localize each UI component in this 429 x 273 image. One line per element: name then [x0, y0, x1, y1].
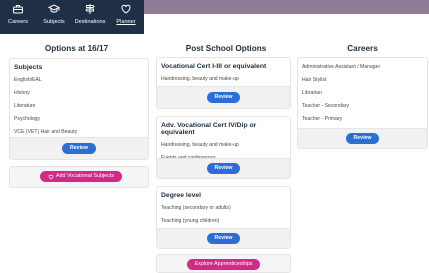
add-vocational-subjects-button[interactable]: Add Vocational Subjects — [40, 171, 122, 182]
nav-label: Careers — [8, 19, 28, 25]
card-footer: Review — [157, 158, 290, 178]
main-nav: Careers Subjects Destinations Planner — [0, 0, 144, 34]
heart-icon — [48, 174, 54, 179]
card-footer: Review — [157, 228, 290, 248]
adv-vocational-cert-card: Adv. Vocational Cert IV/Dip or equivalen… — [156, 116, 291, 179]
nav-label: Subjects — [43, 19, 65, 25]
list-item: Hairdressing, beauty and make-up — [161, 142, 239, 148]
button-label: Explore Apprenticeships — [194, 261, 253, 267]
column-title-post-school: Post School Options — [185, 44, 267, 53]
card-title: Adv. Vocational Cert IV/Dip or equivalen… — [161, 122, 257, 136]
heart-icon — [121, 4, 131, 14]
card-title: Subjects — [14, 64, 43, 71]
review-button[interactable]: Review — [206, 163, 241, 174]
list-item: Hairdressing, beauty and make-up — [161, 76, 239, 82]
list-item: Librarian — [302, 90, 322, 96]
review-button[interactable]: Review — [206, 233, 241, 244]
list-item: Teacher - Secondary — [302, 103, 349, 109]
header-background-strip — [144, 0, 429, 14]
card-footer: Review — [10, 137, 148, 159]
explore-apprenticeships-button[interactable]: Explore Apprenticeships — [187, 259, 260, 270]
nav-item-subjects[interactable]: Subjects — [36, 0, 72, 34]
briefcase-icon — [13, 5, 23, 14]
list-item: Literature — [14, 103, 36, 109]
nav-label: Destinations — [74, 19, 106, 25]
nav-item-planner[interactable]: Planner — [108, 0, 144, 34]
graduation-cap-icon — [48, 4, 60, 13]
card-title: Degree level — [161, 192, 202, 199]
list-item: History — [14, 90, 30, 96]
degree-level-card: Degree level Teaching (secondary or adul… — [156, 186, 291, 249]
nav-item-careers[interactable]: Careers — [0, 0, 36, 34]
list-item: Teaching (young children) — [161, 218, 220, 224]
card-footer: Review — [298, 128, 427, 148]
card-title: Vocational Cert I-III or equivalent — [161, 63, 267, 70]
subjects-card: Subjects English/EAL History Literature … — [9, 58, 149, 160]
review-button[interactable]: Review — [62, 143, 96, 154]
button-label: Add Vocational Subjects — [55, 173, 115, 179]
list-item: Administrative Assistant / Manager — [302, 64, 381, 70]
list-item: Teacher - Primary — [302, 116, 343, 122]
vocational-cert-card: Vocational Cert I-III or equivalent Hair… — [156, 57, 291, 109]
list-item: Hair Stylist — [302, 77, 327, 83]
card-footer: Review — [157, 86, 290, 108]
column-title-options: Options at 16/17 — [44, 44, 109, 53]
column-title-careers: Careers — [347, 44, 378, 53]
nav-item-destinations[interactable]: Destinations — [72, 0, 108, 34]
list-item: English/EAL — [14, 77, 42, 83]
nav-label: Planner — [116, 19, 136, 25]
list-item: Psychology — [14, 116, 41, 122]
signpost-icon — [85, 4, 95, 14]
careers-card: Administrative Assistant / Manager Hair … — [297, 57, 428, 149]
review-button[interactable]: Review — [206, 92, 241, 103]
list-item: Teaching (secondary or adults) — [161, 205, 231, 211]
review-button[interactable]: Review — [345, 133, 380, 144]
